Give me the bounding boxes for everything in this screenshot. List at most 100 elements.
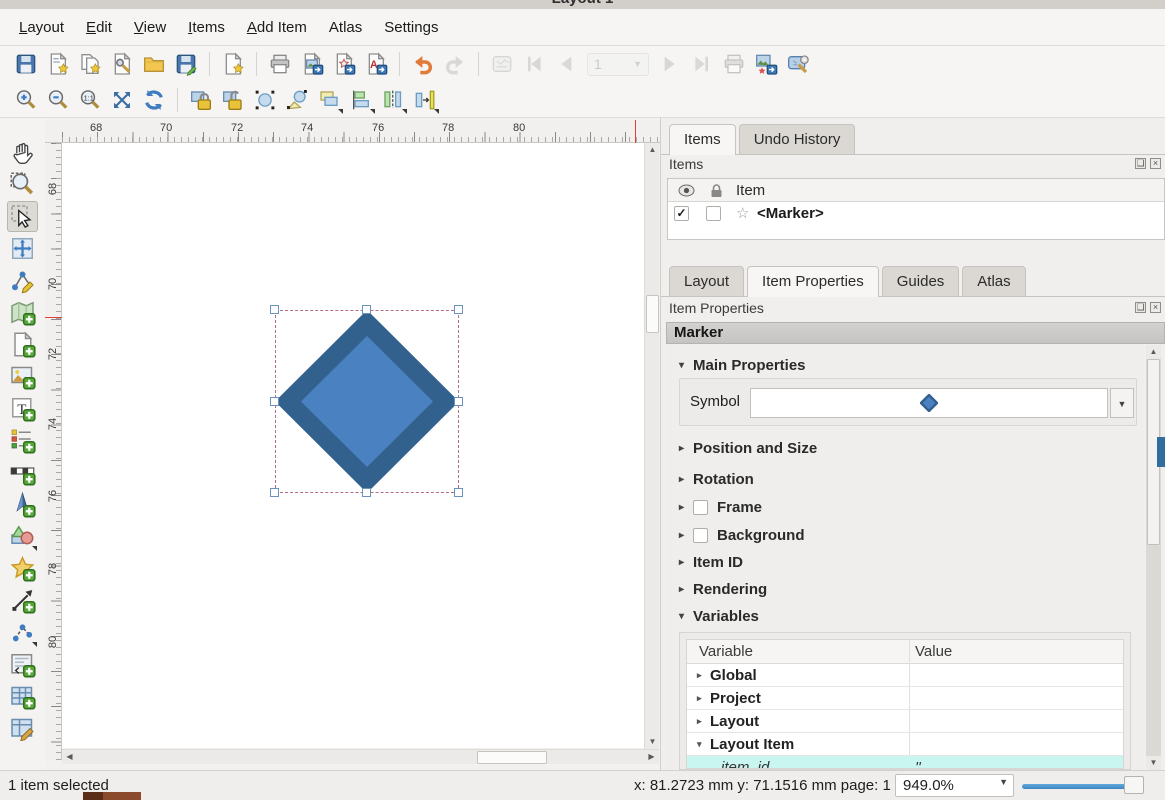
menu-items[interactable]: Items — [177, 14, 236, 41]
ungroup-items-button[interactable] — [282, 85, 312, 115]
add-picture-button[interactable] — [7, 361, 38, 392]
tab-items[interactable]: Items — [669, 124, 736, 155]
variable-row-layout[interactable]: ▸ Layout — [687, 710, 1123, 733]
vertical-scroll-thumb[interactable] — [646, 295, 659, 333]
lock-selected-items-button[interactable] — [186, 85, 216, 115]
variable-row-layout-item[interactable]: ▾ Layout Item — [687, 733, 1123, 756]
add-node-item-button[interactable] — [7, 617, 38, 648]
undo-button[interactable] — [408, 49, 438, 79]
section-main-properties[interactable]: ▾ Main Properties — [679, 353, 806, 377]
section-rotation[interactable]: ▸ Rotation — [679, 467, 754, 491]
selection-handle-se[interactable] — [454, 488, 463, 497]
unlock-all-items-button[interactable] — [218, 85, 248, 115]
add-arrow-button[interactable] — [7, 585, 38, 616]
symbol-dropdown-arrow[interactable]: ▼ — [1110, 388, 1134, 418]
raise-items-button[interactable] — [314, 85, 344, 115]
section-rendering[interactable]: ▸ Rendering — [679, 577, 767, 601]
distribute-items-button[interactable] — [378, 85, 408, 115]
resize-items-button[interactable] — [410, 85, 440, 115]
menu-edit[interactable]: Edit — [75, 14, 123, 41]
previous-feature-button[interactable] — [551, 49, 581, 79]
float-panel-icon[interactable]: ❏ — [1135, 158, 1146, 169]
save-as-template-button[interactable] — [171, 49, 201, 79]
add-north-arrow-button[interactable] — [7, 489, 38, 520]
tab-layout[interactable]: Layout — [669, 266, 744, 296]
selection-handle-sw[interactable] — [270, 488, 279, 497]
add-3d-map-button[interactable] — [7, 329, 38, 360]
new-layout-button[interactable] — [43, 49, 73, 79]
section-position-and-size[interactable]: ▸ Position and Size — [679, 436, 817, 460]
section-frame[interactable]: ▸ Frame — [679, 495, 762, 519]
section-background[interactable]: ▸ Background — [679, 523, 805, 547]
tab-atlas[interactable]: Atlas — [962, 266, 1025, 296]
add-items-from-template-button[interactable] — [218, 49, 248, 79]
select-move-item-button[interactable] — [7, 201, 38, 232]
layout-canvas-page[interactable] — [62, 143, 644, 748]
export-as-pdf-button[interactable]: A — [361, 49, 391, 79]
zoom-tool-button[interactable] — [7, 169, 38, 200]
layout-manager-button[interactable] — [139, 49, 169, 79]
preview-atlas-button[interactable] — [487, 49, 517, 79]
export-atlas-as-image-button[interactable] — [751, 49, 781, 79]
selection-handle-ne[interactable] — [454, 305, 463, 314]
add-attribute-table-button[interactable] — [7, 681, 38, 712]
selection-handle-n[interactable] — [362, 305, 371, 314]
tab-item-properties[interactable]: Item Properties — [747, 266, 879, 297]
variable-row-global[interactable]: ▸ Global — [687, 664, 1123, 687]
scroll-up-icon[interactable]: ▲ — [1146, 345, 1161, 359]
close-panel-icon[interactable]: × — [1150, 302, 1161, 313]
tab-undo-history[interactable]: Undo History — [739, 124, 856, 154]
last-feature-button[interactable] — [687, 49, 717, 79]
atlas-settings-button[interactable] — [783, 49, 813, 79]
first-feature-button[interactable] — [519, 49, 549, 79]
properties-vertical-scrollbar[interactable]: ▲ ▼ — [1146, 345, 1161, 770]
zoom-in-button[interactable] — [11, 85, 41, 115]
save-project-button[interactable] — [11, 49, 41, 79]
next-feature-button[interactable] — [655, 49, 685, 79]
selection-handle-w[interactable] — [270, 397, 279, 406]
selection-handle-s[interactable] — [362, 488, 371, 497]
float-panel-icon[interactable]: ❏ — [1135, 302, 1146, 313]
redo-button[interactable] — [440, 49, 470, 79]
zoom-level-combobox[interactable]: 949.0% ▼ — [895, 774, 1014, 797]
menu-add-item[interactable]: Add Item — [236, 14, 318, 41]
section-variables[interactable]: ▾ Variables — [679, 604, 759, 628]
section-item-id[interactable]: ▸ Item ID — [679, 550, 743, 574]
refresh-view-button[interactable] — [139, 85, 169, 115]
background-checkbox[interactable] — [693, 528, 708, 543]
edit-nodes-item-button[interactable] — [7, 265, 38, 296]
add-fixed-table-button[interactable] — [7, 713, 38, 744]
close-panel-icon[interactable]: × — [1150, 158, 1161, 169]
print-atlas-button[interactable] — [719, 49, 749, 79]
menu-settings[interactable]: Settings — [373, 14, 449, 41]
add-label-button[interactable]: T — [7, 393, 38, 424]
selection-handle-e[interactable] — [454, 397, 463, 406]
scroll-up-icon[interactable]: ▲ — [645, 143, 660, 157]
add-shape-button[interactable] — [7, 521, 38, 552]
align-items-button[interactable] — [346, 85, 376, 115]
symbol-button[interactable] — [750, 388, 1108, 418]
add-map-button[interactable] — [7, 297, 38, 328]
variable-row-project[interactable]: ▸ Project — [687, 687, 1123, 710]
print-layout-button[interactable] — [265, 49, 295, 79]
selection-handle-nw[interactable] — [270, 305, 279, 314]
menu-atlas[interactable]: Atlas — [318, 14, 373, 41]
item-visible-checkbox[interactable] — [674, 206, 689, 221]
canvas-vertical-scrollbar[interactable]: ▲ ▼ — [644, 143, 659, 749]
move-item-content-button[interactable] — [7, 233, 38, 264]
scroll-down-icon[interactable]: ▼ — [645, 735, 660, 749]
frame-checkbox[interactable] — [693, 500, 708, 515]
horizontal-scroll-thumb[interactable] — [477, 751, 547, 764]
zoom-out-button[interactable] — [43, 85, 73, 115]
zoom-slider-handle[interactable] — [1124, 776, 1144, 794]
menu-layout[interactable]: Layout — [8, 14, 75, 41]
pan-layout-button[interactable] — [7, 137, 38, 168]
zoom-slider-track[interactable] — [1022, 784, 1128, 789]
scroll-left-icon[interactable]: ◀ — [62, 750, 77, 764]
tab-guides[interactable]: Guides — [882, 266, 960, 296]
zoom-full-button[interactable] — [107, 85, 137, 115]
scroll-down-icon[interactable]: ▼ — [1146, 756, 1161, 770]
window-titlebar[interactable]: Layout 1 — [0, 0, 1165, 9]
duplicate-layout-button[interactable] — [75, 49, 105, 79]
group-items-button[interactable] — [250, 85, 280, 115]
